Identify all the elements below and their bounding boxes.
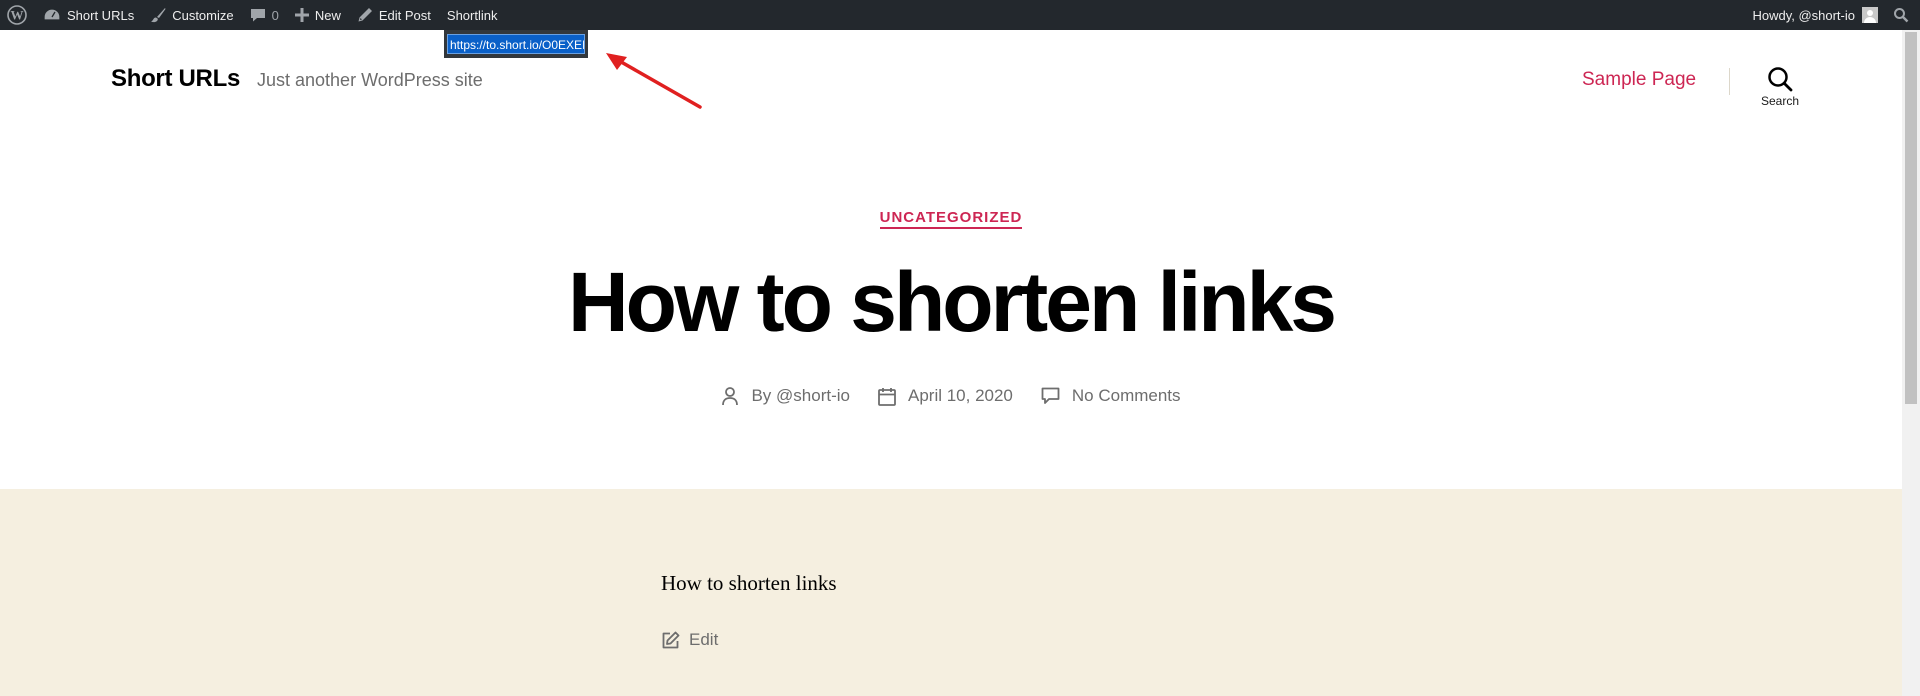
nav-divider	[1729, 68, 1730, 95]
search-icon	[1768, 67, 1793, 92]
edit-icon	[662, 631, 680, 648]
search-toggle-button[interactable]: Search	[1756, 66, 1804, 108]
comment-icon	[1041, 387, 1060, 404]
site-description: Just another WordPress site	[257, 70, 483, 90]
post-date: April 10, 2020	[878, 386, 1013, 406]
edit-label: Edit	[689, 630, 719, 649]
post-meta: By @short-io April 10, 2020 No Comments	[0, 386, 1902, 406]
shortlink-input[interactable]: https://to.short.io/O0EXEF	[447, 34, 585, 54]
user-icon	[722, 387, 739, 406]
new-content-menu[interactable]: New	[287, 0, 349, 30]
avatar	[1862, 7, 1878, 23]
calendar-icon	[878, 387, 896, 406]
paintbrush-icon	[151, 8, 166, 23]
pencil-icon	[358, 8, 372, 22]
wordpress-logo-menu[interactable]: W	[0, 0, 35, 30]
nav-item-sample-page[interactable]: Sample Page	[1582, 69, 1696, 91]
author-link[interactable]: By @short-io	[751, 386, 850, 406]
new-label: New	[314, 7, 341, 23]
post-author: By @short-io	[721, 386, 850, 406]
wordpress-icon: W	[7, 5, 27, 25]
customize-label: Customize	[172, 7, 234, 23]
search-icon	[1894, 8, 1909, 23]
admin-bar: W Short URLs Customize 0 New Edit Post S…	[0, 0, 1920, 30]
post-content: How to shorten links Edit	[0, 489, 1902, 696]
category-link[interactable]: UNCATEGORIZED	[879, 209, 1023, 229]
howdy-label: Howdy, @short-io	[1752, 7, 1855, 23]
scrollbar-thumb[interactable]	[1905, 32, 1917, 404]
shortlink-popup: https://to.short.io/O0EXEF	[444, 30, 588, 58]
category-row: UNCATEGORIZED	[0, 209, 1902, 229]
edit-link[interactable]: Edit	[661, 630, 718, 650]
my-account-menu[interactable]: Howdy, @short-io	[1744, 0, 1887, 30]
site-title[interactable]: Short URLs	[111, 65, 240, 93]
shortlink-menu[interactable]: Shortlink	[439, 0, 506, 30]
site-name-menu[interactable]: Short URLs	[35, 0, 142, 30]
post-comments: No Comments	[1041, 386, 1181, 406]
svg-text:W: W	[11, 8, 24, 23]
comment-icon	[250, 9, 265, 22]
customize-link[interactable]: Customize	[142, 0, 241, 30]
comments-link[interactable]: 0	[242, 0, 287, 30]
admin-search-button[interactable]	[1887, 0, 1920, 30]
comment-count: 0	[271, 7, 279, 23]
edit-post-link[interactable]: Edit Post	[349, 0, 439, 30]
plus-icon	[294, 8, 309, 22]
date-link[interactable]: April 10, 2020	[908, 386, 1013, 406]
site-name-label: Short URLs	[67, 7, 135, 23]
edit-post-label: Edit Post	[378, 7, 431, 23]
page-scrollbar[interactable]	[1902, 30, 1920, 696]
search-label: Search	[1760, 94, 1800, 108]
shortlink-label: Shortlink	[446, 7, 498, 23]
annotation-arrow	[606, 53, 702, 109]
post-body-text: How to shorten links	[661, 571, 837, 595]
comments-link[interactable]: No Comments	[1072, 386, 1181, 406]
post-title: How to shorten links	[567, 255, 1337, 349]
dashboard-icon	[43, 8, 61, 21]
